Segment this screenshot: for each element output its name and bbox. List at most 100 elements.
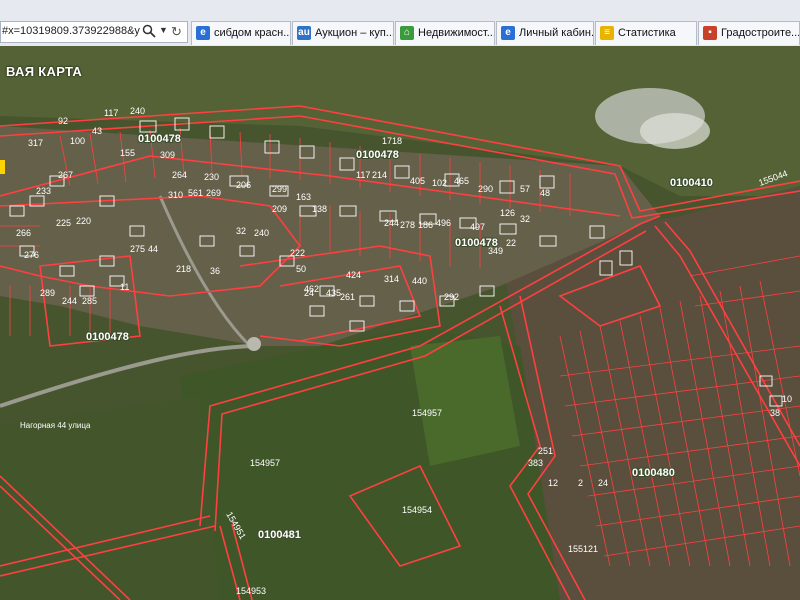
parcel-small-label[interactable]: 10 bbox=[782, 394, 792, 404]
parcel-small-label[interactable]: 50 bbox=[296, 264, 306, 274]
parcel-small-label[interactable]: 117 bbox=[356, 170, 370, 180]
parcel-small-label[interactable]: 11 bbox=[120, 282, 129, 292]
parcel-small-label[interactable]: 424 bbox=[346, 270, 361, 280]
parcel-number[interactable]: 1718 bbox=[382, 136, 402, 146]
parcel-small-label[interactable]: 206 bbox=[236, 180, 251, 190]
parcel-small-label[interactable]: 92 bbox=[58, 116, 68, 126]
parcel-small-label[interactable]: 48 bbox=[540, 188, 550, 198]
parcel-small-label[interactable]: 117 bbox=[104, 108, 118, 118]
parcel-small-label[interactable]: 32 bbox=[520, 214, 530, 224]
quarter-label[interactable]: 0100478 bbox=[137, 132, 182, 146]
parcel-small-label[interactable]: 138 bbox=[312, 204, 327, 214]
parcel-small-label[interactable]: 163 bbox=[296, 192, 311, 202]
parcel-small-label[interactable]: 12 bbox=[548, 478, 558, 488]
browser-chrome: #x=10319809.373922988&y=75 ▼ ↻ e сибдом … bbox=[0, 0, 800, 46]
parcel-small-label[interactable]: 186 bbox=[418, 220, 433, 230]
parcel-small-label[interactable]: 440 bbox=[412, 276, 427, 286]
address-text[interactable]: #x=10319809.373922988&y=75 bbox=[2, 25, 140, 37]
house-icon: ⌂ bbox=[400, 26, 414, 40]
parcel-small-label[interactable]: 230 bbox=[204, 172, 219, 182]
quarter-label[interactable]: 0100480 bbox=[631, 466, 676, 480]
parcel-small-label[interactable]: 261 bbox=[340, 292, 355, 302]
parcel-small-label[interactable]: 276 bbox=[24, 250, 39, 260]
parcel-number[interactable]: 155121 bbox=[568, 544, 598, 554]
parcel-small-label[interactable]: 299 bbox=[272, 184, 287, 194]
parcel-small-label[interactable]: 43 bbox=[92, 126, 102, 136]
parcel-small-label[interactable]: 405 bbox=[410, 176, 425, 186]
parcel-small-label[interactable]: 218 bbox=[176, 264, 191, 274]
parcel-number[interactable]: 154953 bbox=[236, 586, 266, 596]
parcel-small-label[interactable]: 155 bbox=[120, 148, 135, 158]
parcel-small-label[interactable]: 278 bbox=[400, 220, 415, 230]
parcel-small-label[interactable]: 36 bbox=[210, 266, 220, 276]
tab-5[interactable]: ≡ Статистика bbox=[595, 21, 697, 45]
parcel-small-label[interactable]: 233 bbox=[36, 186, 51, 196]
parcel-small-label[interactable]: 561 bbox=[188, 188, 203, 198]
parcel-small-label[interactable]: 220 bbox=[76, 216, 91, 226]
quarter-label[interactable]: 0100478 bbox=[85, 330, 130, 344]
parcel-small-label[interactable]: 383 bbox=[528, 458, 543, 468]
parcel-small-label[interactable]: 44 bbox=[148, 244, 158, 254]
parcel-number[interactable]: 154957 bbox=[412, 408, 442, 418]
parcel-small-label[interactable]: 289 bbox=[40, 288, 55, 298]
parcel-small-label[interactable]: 251 bbox=[538, 446, 553, 456]
parcel-small-label[interactable]: 465 bbox=[454, 176, 469, 186]
parcel-small-label[interactable]: 275 bbox=[130, 244, 145, 254]
parcel-small-label[interactable]: 292 bbox=[444, 292, 459, 302]
quarter-label[interactable]: 0100481 bbox=[257, 528, 302, 542]
parcel-small-label[interactable]: 22 bbox=[506, 238, 516, 248]
dropdown-arrow-icon[interactable]: ▼ bbox=[159, 25, 168, 35]
parcel-small-label[interactable]: 32 bbox=[236, 226, 246, 236]
parcel-small-label[interactable]: 222 bbox=[290, 248, 305, 258]
parcel-small-label[interactable]: 496 bbox=[436, 218, 451, 228]
parcel-small-label[interactable]: 435 bbox=[326, 288, 341, 298]
parcel-number[interactable]: 154957 bbox=[250, 458, 280, 468]
note-icon: ≡ bbox=[600, 26, 614, 40]
quarter-label[interactable]: 0100478 bbox=[454, 236, 499, 250]
parcel-small-label[interactable]: 102 bbox=[432, 178, 447, 188]
parcel-small-label[interactable]: 264 bbox=[172, 170, 187, 180]
parcel-small-label[interactable]: 38 bbox=[770, 408, 780, 418]
tab-3[interactable]: ⌂ Недвижимост... bbox=[395, 21, 495, 45]
parcel-small-label[interactable]: 314 bbox=[384, 274, 399, 284]
tab-4[interactable]: e Личный кабин... bbox=[496, 21, 594, 45]
quarter-label[interactable]: 0100478 bbox=[355, 148, 400, 162]
parcel-small-label[interactable]: 100 bbox=[70, 136, 85, 146]
parcel-small-label[interactable]: 266 bbox=[16, 228, 31, 238]
map-canvas[interactable]: 117 240 92 43 100 155 309 264 230 310 561 269 206 299… bbox=[0, 46, 800, 600]
parcel-small-label[interactable]: 310 bbox=[168, 190, 183, 200]
parcel-small-label[interactable]: 309 bbox=[160, 150, 175, 160]
parcel-small-label[interactable]: 209 bbox=[272, 204, 287, 214]
refresh-icon[interactable]: ↻ bbox=[171, 24, 182, 40]
search-icon[interactable] bbox=[142, 24, 156, 38]
parcel-small-label[interactable]: 244 bbox=[62, 296, 77, 306]
tab-1[interactable]: e сибдом красн... bbox=[191, 21, 291, 45]
cloud bbox=[640, 113, 710, 149]
ie-icon: e bbox=[501, 26, 515, 40]
tab-6[interactable]: ▪ Градостроите... bbox=[698, 21, 800, 45]
parcel-small-label[interactable]: 497 bbox=[470, 222, 485, 232]
ie-icon: e bbox=[196, 26, 210, 40]
address-bar[interactable]: #x=10319809.373922988&y=75 ▼ ↻ bbox=[0, 21, 188, 43]
parcel-small-label[interactable]: 24 bbox=[598, 478, 608, 488]
parcel-small-label[interactable]: 225 bbox=[56, 218, 71, 228]
parcel-small-label[interactable]: 317 bbox=[28, 138, 43, 148]
quarter-label[interactable]: 0100410 bbox=[669, 176, 714, 190]
parcel-small-label[interactable]: 126 bbox=[500, 208, 515, 218]
parcel-small-label[interactable]: 269 bbox=[206, 188, 221, 198]
parcel-small-label[interactable]: 267 bbox=[58, 170, 73, 180]
parcel-small-label[interactable]: 240 bbox=[130, 106, 145, 116]
tab-2[interactable]: au Аукцион – куп... bbox=[292, 21, 394, 45]
parcel-small-label[interactable]: 240 bbox=[254, 228, 269, 238]
parcel-small-label[interactable]: 214 bbox=[372, 170, 387, 180]
street-label: Нагорная 44 улица bbox=[20, 421, 91, 430]
parcel-small-label[interactable]: 290 bbox=[478, 184, 493, 194]
parcel-small-label[interactable]: 2 bbox=[578, 478, 583, 488]
parcel-small-label[interactable]: 57 bbox=[520, 184, 530, 194]
cadastral-map[interactable]: 117 240 92 43 100 155 309 264 230 310 561 269 206 299… bbox=[0, 46, 800, 600]
parcel-number[interactable]: 154954 bbox=[402, 505, 432, 515]
parcel-small-label[interactable]: 285 bbox=[82, 296, 97, 306]
tab-label: Недвижимост... bbox=[418, 27, 495, 39]
parcel-small-label[interactable]: 244 bbox=[384, 218, 399, 228]
parcel-small-label[interactable]: 24 bbox=[304, 288, 314, 298]
